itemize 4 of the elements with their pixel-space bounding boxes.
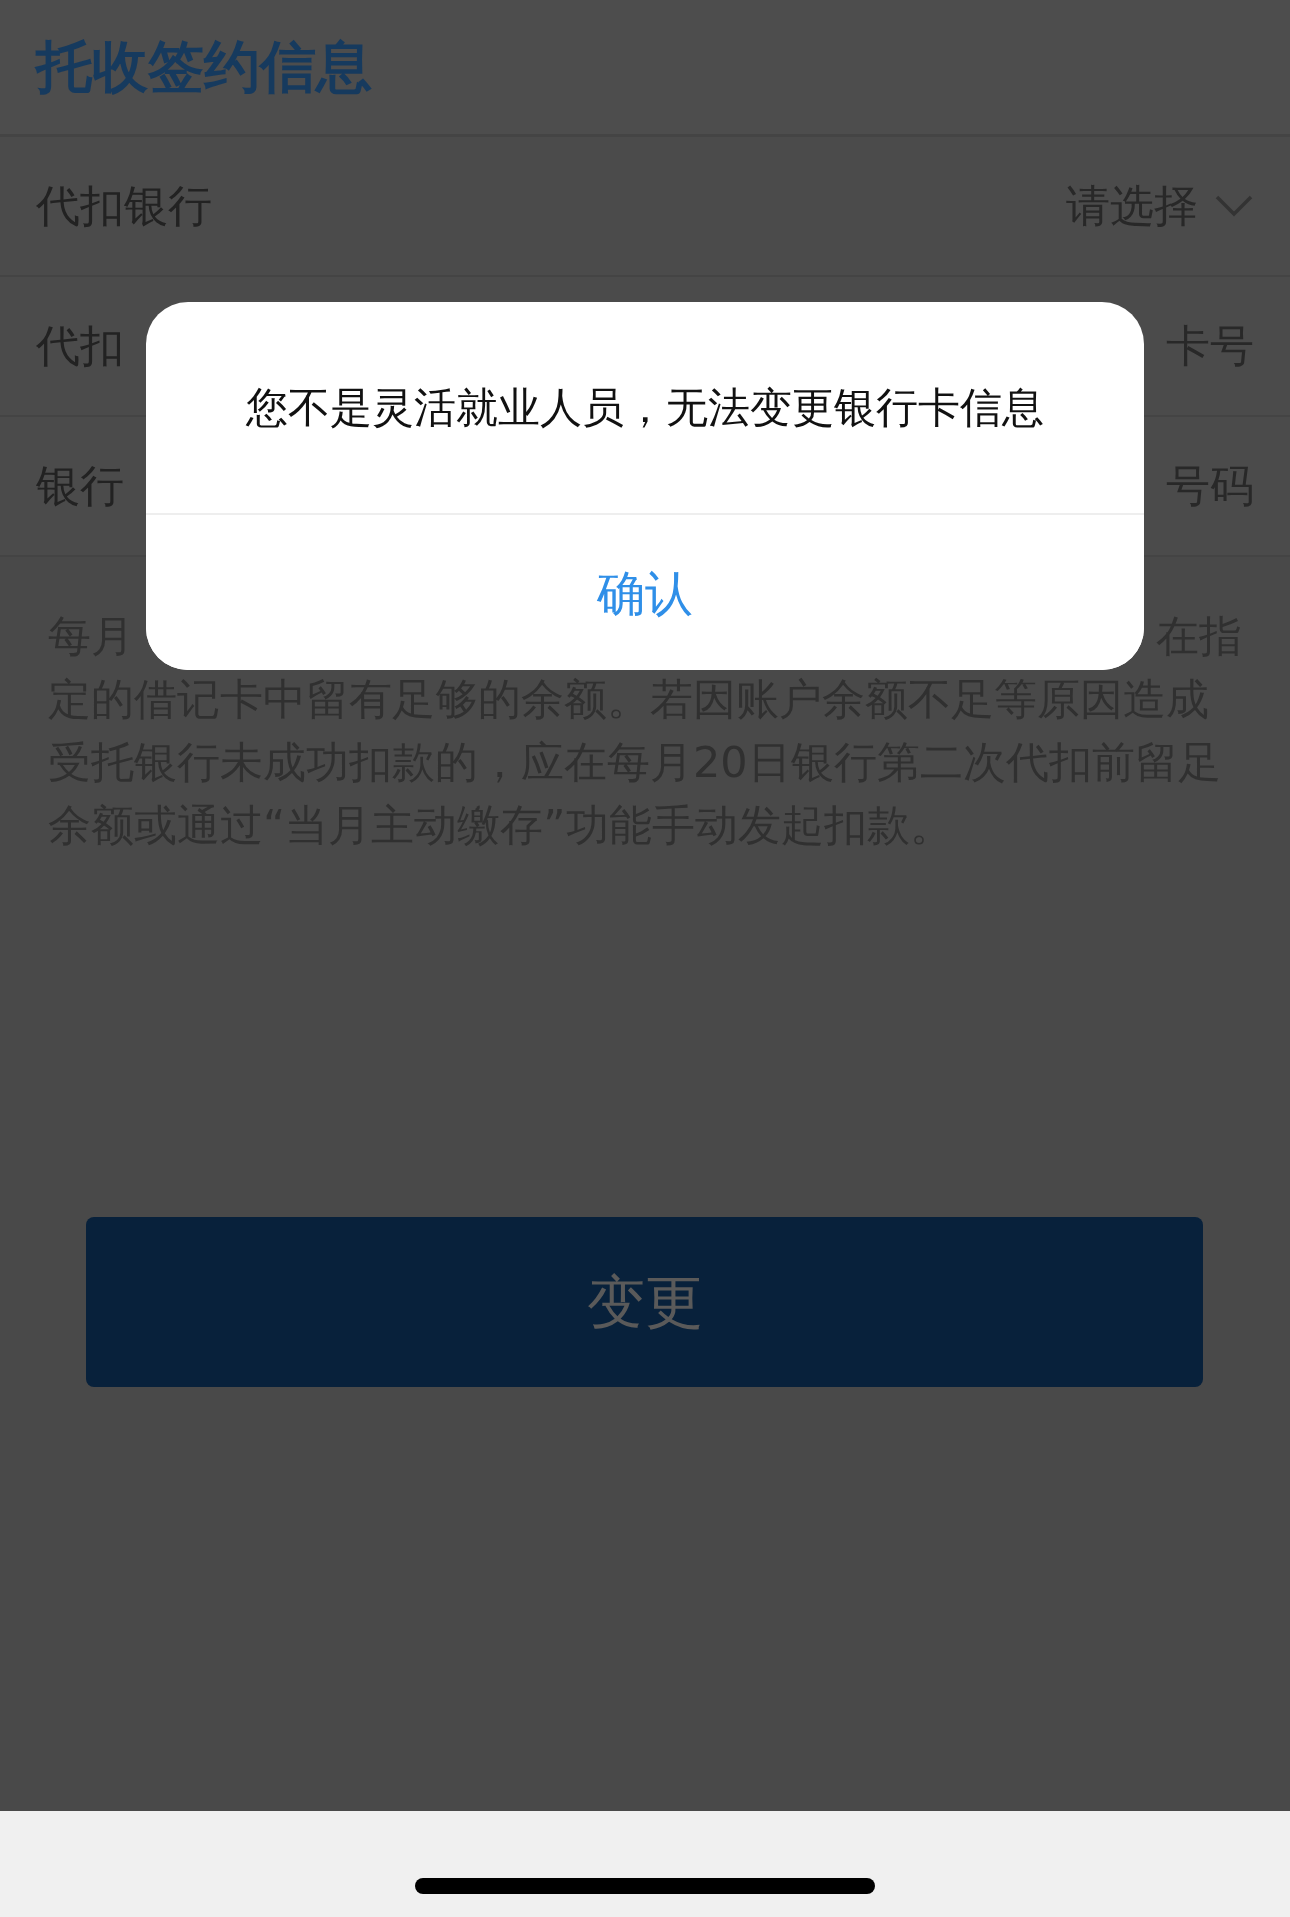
- change-button[interactable]: 变更: [86, 1217, 1203, 1387]
- dialog-message: 您不是灵活就业人员，无法变更银行卡信息: [246, 382, 1044, 434]
- home-indicator[interactable]: [415, 1878, 875, 1894]
- chevron-down-icon: [1214, 194, 1254, 218]
